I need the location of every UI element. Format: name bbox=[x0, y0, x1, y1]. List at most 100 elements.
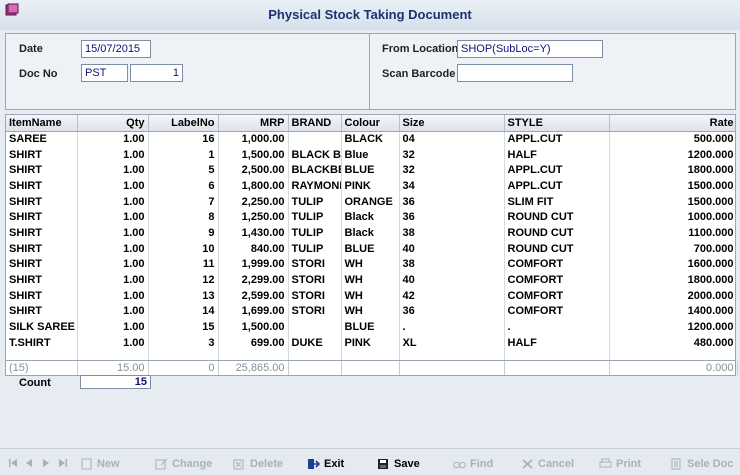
items-grid[interactable]: ItemName Qty LabelNo MRP BRAND Colour Si… bbox=[5, 114, 736, 376]
cell-itemname[interactable]: SHIRT bbox=[6, 209, 78, 226]
cell-size[interactable]: 32 bbox=[399, 162, 505, 179]
cell-rate[interactable]: 1500.000 bbox=[609, 178, 735, 194]
cell-style[interactable]: SLIM FIT bbox=[504, 193, 610, 210]
previous-record-icon[interactable] bbox=[24, 458, 34, 468]
exit-button[interactable]: Exit bbox=[307, 457, 344, 471]
cell-rate[interactable]: 1600.000 bbox=[609, 256, 735, 273]
change-button[interactable]: Change bbox=[155, 457, 212, 471]
cell-size[interactable]: 38 bbox=[399, 225, 505, 241]
cell-rate[interactable]: 2000.000 bbox=[609, 287, 735, 304]
cell-rate[interactable]: 1200.000 bbox=[609, 146, 735, 163]
cell-qty[interactable]: 1.00 bbox=[77, 193, 149, 210]
cell-style[interactable]: HALF bbox=[504, 334, 610, 351]
cell-brand[interactable]: DUKE bbox=[288, 334, 342, 351]
cell-mrp[interactable]: 2,599.00 bbox=[218, 287, 289, 304]
cell-brand[interactable]: TULIP bbox=[288, 225, 342, 241]
cell-rate[interactable]: 1400.000 bbox=[609, 303, 735, 320]
table-row[interactable]: SHIRT1.0011,500.00BLACK BERBlue32HALF120… bbox=[6, 146, 735, 163]
cell-colour[interactable]: WH bbox=[341, 256, 400, 273]
cell-itemname[interactable]: SAREE bbox=[6, 131, 78, 147]
cell-style[interactable]: . bbox=[504, 319, 610, 335]
cell-mrp[interactable]: 2,250.00 bbox=[218, 193, 289, 210]
cell-itemname[interactable]: SHIRT bbox=[6, 272, 78, 288]
col-header-colour[interactable]: Colour bbox=[341, 115, 400, 132]
cell-size[interactable]: 40 bbox=[399, 272, 505, 288]
cell-size[interactable]: 36 bbox=[399, 209, 505, 226]
cell-mrp[interactable]: 2,500.00 bbox=[218, 162, 289, 179]
cell-brand[interactable] bbox=[288, 319, 342, 335]
cell-colour[interactable]: Black bbox=[341, 225, 400, 241]
cell-labelno[interactable]: 15 bbox=[148, 319, 219, 335]
print-button[interactable]: Print bbox=[599, 457, 641, 471]
cell-mrp[interactable]: 1,500.00 bbox=[218, 146, 289, 163]
doc-no-number-field[interactable]: 1 bbox=[130, 64, 183, 82]
table-row[interactable]: SHIRT 1.00 10 840.00 TULIP BLUE 40 ROUND CUT 700… bbox=[6, 240, 735, 257]
first-record-icon[interactable] bbox=[8, 458, 18, 468]
cell-labelno[interactable]: 10 bbox=[148, 240, 219, 257]
cell-brand[interactable] bbox=[288, 131, 342, 147]
col-header-brand[interactable]: BRAND bbox=[288, 115, 342, 132]
cell-brand[interactable]: TULIP bbox=[288, 209, 342, 226]
cell-rate[interactable]: 700.000 bbox=[609, 240, 735, 257]
cell-brand[interactable]: STORI bbox=[288, 303, 342, 320]
cell-style[interactable]: APPL.CUT bbox=[504, 131, 610, 147]
doc-no-prefix-field[interactable]: PST bbox=[81, 64, 128, 82]
cell-rate[interactable]: 1200.000 bbox=[609, 319, 735, 335]
cell-rate[interactable]: 1500.000 bbox=[609, 193, 735, 210]
cell-qty[interactable]: 1.00 bbox=[77, 178, 149, 194]
table-row[interactable]: SHIRT 1.00 14 1,699.00 STORI WH 36 COMFORT 1400.… bbox=[6, 303, 735, 320]
col-header-style[interactable]: STYLE bbox=[504, 115, 610, 132]
table-row[interactable]: SILK SAREE 1.00 15 1,500.00 BLUE.. 1200.000 bbox=[6, 319, 735, 335]
col-header-rate[interactable]: Rate bbox=[609, 115, 735, 132]
cell-colour[interactable]: Blue bbox=[341, 146, 400, 163]
cell-labelno[interactable]: 9 bbox=[148, 225, 219, 241]
table-row[interactable]: SHIRT1.0061,800.00RAYMONDPINK34APPL.CUT1… bbox=[6, 178, 735, 194]
delete-button[interactable]: Delete bbox=[233, 457, 283, 471]
cell-itemname[interactable]: SHIRT bbox=[6, 287, 78, 304]
cell-qty[interactable]: 1.00 bbox=[77, 272, 149, 288]
cell-colour[interactable]: BLUE bbox=[341, 162, 400, 179]
table-row[interactable]: SHIRT1.0052,500.00BLACKBERIBLUE32APPL.CU… bbox=[6, 162, 735, 179]
cell-itemname[interactable]: SHIRT bbox=[6, 146, 78, 163]
find-button[interactable]: Find bbox=[453, 457, 493, 471]
cell-style[interactable]: ROUND CUT bbox=[504, 209, 610, 226]
cell-style[interactable]: COMFORT bbox=[504, 256, 610, 273]
cell-brand[interactable]: BLACK BER bbox=[288, 146, 342, 163]
cell-brand[interactable]: BLACKBERI bbox=[288, 162, 342, 179]
table-row[interactable]: SHIRT 1.00 8 1,250.00 TULIP Black 36 ROUND CUT 1… bbox=[6, 209, 735, 226]
table-row[interactable]: SHIRT 1.00 13 2,599.00 STORI WH 42 COMFORT 2000.… bbox=[6, 287, 735, 304]
cell-rate[interactable]: 1100.000 bbox=[609, 225, 735, 241]
cell-colour[interactable]: ORANGE bbox=[341, 193, 400, 210]
cell-style[interactable]: COMFORT bbox=[504, 287, 610, 304]
cell-colour[interactable]: PINK bbox=[341, 334, 400, 351]
last-record-icon[interactable] bbox=[58, 458, 68, 468]
cell-mrp[interactable]: 1,500.00 bbox=[218, 319, 289, 335]
cell-labelno[interactable]: 7 bbox=[148, 193, 219, 210]
table-row[interactable]: SAREE 1.00 16 1,000.00 BLACK 04 APPL.CUT 500.00… bbox=[6, 131, 735, 147]
col-header-qty[interactable]: Qty bbox=[77, 115, 149, 132]
cell-colour[interactable]: WH bbox=[341, 303, 400, 320]
cell-brand[interactable]: TULIP bbox=[288, 193, 342, 210]
cell-itemname[interactable]: SHIRT bbox=[6, 178, 78, 194]
table-row[interactable]: T.SHIRT 1.00 3 699.00 DUKE PINK XL HALF 480.000 bbox=[6, 334, 735, 351]
cell-size[interactable]: 38 bbox=[399, 256, 505, 273]
cell-itemname[interactable]: SHIRT bbox=[6, 240, 78, 257]
cell-style[interactable]: APPL.CUT bbox=[504, 162, 610, 179]
cell-qty[interactable]: 1.00 bbox=[77, 256, 149, 273]
cell-labelno[interactable]: 13 bbox=[148, 287, 219, 304]
col-header-size[interactable]: Size bbox=[399, 115, 505, 132]
cell-size[interactable]: 04 bbox=[399, 131, 505, 147]
cell-qty[interactable]: 1.00 bbox=[77, 225, 149, 241]
col-header-mrp[interactable]: MRP bbox=[218, 115, 289, 132]
cell-size[interactable]: 40 bbox=[399, 240, 505, 257]
cell-colour[interactable]: WH bbox=[341, 287, 400, 304]
cell-size[interactable]: XL bbox=[399, 334, 505, 351]
cell-colour[interactable]: Black bbox=[341, 209, 400, 226]
next-record-icon[interactable] bbox=[41, 458, 51, 468]
cell-qty[interactable]: 1.00 bbox=[77, 287, 149, 304]
col-header-labelno[interactable]: LabelNo bbox=[148, 115, 219, 132]
cell-itemname[interactable]: SILK SAREE bbox=[6, 319, 78, 335]
cell-size[interactable]: 36 bbox=[399, 193, 505, 210]
cell-colour[interactable]: PINK bbox=[341, 178, 400, 194]
cell-itemname[interactable]: T.SHIRT bbox=[6, 334, 78, 351]
